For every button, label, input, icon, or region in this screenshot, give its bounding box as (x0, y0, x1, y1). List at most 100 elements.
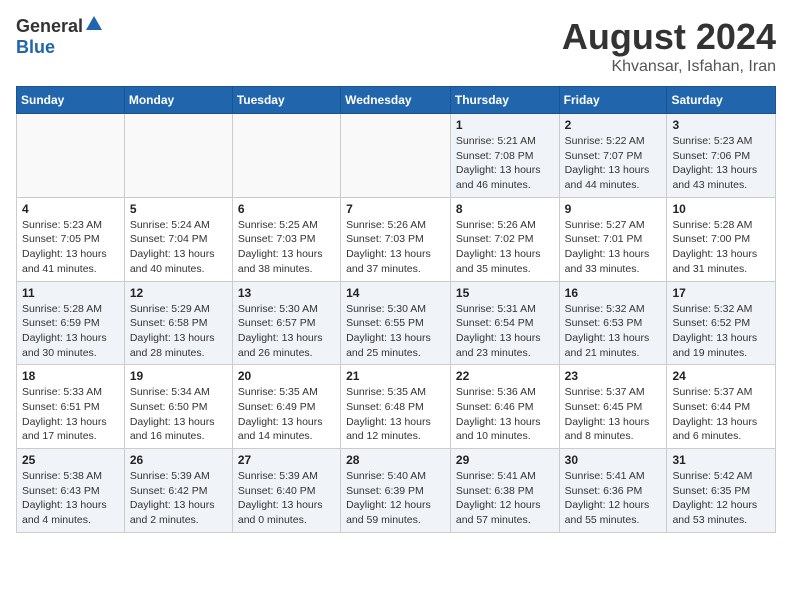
sunrise-info: Sunrise: 5:28 AM (22, 303, 102, 315)
table-row: 15 Sunrise: 5:31 AM Sunset: 6:54 PM Dayl… (450, 281, 559, 365)
sunset-info: Sunset: 7:07 PM (565, 150, 643, 162)
daylight-info: Daylight: 13 hours and 14 minutes. (238, 416, 323, 443)
sunrise-info: Sunrise: 5:33 AM (22, 386, 102, 398)
logo-blue: Blue (16, 37, 55, 58)
sunrise-info: Sunrise: 5:25 AM (238, 219, 318, 231)
calendar-week-row: 25 Sunrise: 5:38 AM Sunset: 6:43 PM Dayl… (17, 449, 776, 533)
table-row: 27 Sunrise: 5:39 AM Sunset: 6:40 PM Dayl… (232, 449, 340, 533)
table-row: 4 Sunrise: 5:23 AM Sunset: 7:05 PM Dayli… (17, 197, 125, 281)
sunset-info: Sunset: 7:03 PM (238, 233, 316, 245)
day-number: 6 (238, 202, 335, 216)
daylight-info: Daylight: 13 hours and 21 minutes. (565, 332, 650, 359)
daylight-info: Daylight: 13 hours and 31 minutes. (672, 248, 757, 275)
table-row: 16 Sunrise: 5:32 AM Sunset: 6:53 PM Dayl… (559, 281, 667, 365)
month-year-title: August 2024 (562, 16, 776, 58)
day-number: 26 (130, 453, 227, 467)
daylight-info: Daylight: 13 hours and 40 minutes. (130, 248, 215, 275)
sunrise-info: Sunrise: 5:38 AM (22, 470, 102, 482)
table-row: 10 Sunrise: 5:28 AM Sunset: 7:00 PM Dayl… (667, 197, 776, 281)
daylight-info: Daylight: 13 hours and 26 minutes. (238, 332, 323, 359)
sunset-info: Sunset: 6:40 PM (238, 485, 316, 497)
table-row: 13 Sunrise: 5:30 AM Sunset: 6:57 PM Dayl… (232, 281, 340, 365)
sunset-info: Sunset: 6:57 PM (238, 317, 316, 329)
sunrise-info: Sunrise: 5:27 AM (565, 219, 645, 231)
sunset-info: Sunset: 6:38 PM (456, 485, 534, 497)
sunset-info: Sunset: 7:05 PM (22, 233, 100, 245)
logo-general: General (16, 16, 83, 37)
day-number: 4 (22, 202, 119, 216)
table-row: 30 Sunrise: 5:41 AM Sunset: 6:36 PM Dayl… (559, 449, 667, 533)
day-number: 3 (672, 118, 770, 132)
sunset-info: Sunset: 6:46 PM (456, 401, 534, 413)
daylight-info: Daylight: 13 hours and 17 minutes. (22, 416, 107, 443)
day-number: 11 (22, 286, 119, 300)
sunrise-info: Sunrise: 5:36 AM (456, 386, 536, 398)
day-number: 17 (672, 286, 770, 300)
table-row (124, 114, 232, 198)
daylight-info: Daylight: 13 hours and 44 minutes. (565, 164, 650, 191)
day-number: 24 (672, 369, 770, 383)
sunset-info: Sunset: 6:45 PM (565, 401, 643, 413)
sunset-info: Sunset: 6:42 PM (130, 485, 208, 497)
daylight-info: Daylight: 13 hours and 4 minutes. (22, 499, 107, 526)
sunset-info: Sunset: 6:48 PM (346, 401, 424, 413)
day-number: 18 (22, 369, 119, 383)
day-number: 7 (346, 202, 445, 216)
table-row: 11 Sunrise: 5:28 AM Sunset: 6:59 PM Dayl… (17, 281, 125, 365)
header: General Blue August 2024 Khvansar, Isfah… (16, 16, 776, 76)
calendar-week-row: 11 Sunrise: 5:28 AM Sunset: 6:59 PM Dayl… (17, 281, 776, 365)
day-number: 31 (672, 453, 770, 467)
daylight-info: Daylight: 13 hours and 0 minutes. (238, 499, 323, 526)
col-thursday: Thursday (450, 87, 559, 114)
sunset-info: Sunset: 6:43 PM (22, 485, 100, 497)
sunset-info: Sunset: 6:59 PM (22, 317, 100, 329)
day-number: 15 (456, 286, 554, 300)
sunset-info: Sunset: 7:04 PM (130, 233, 208, 245)
sunset-info: Sunset: 6:35 PM (672, 485, 750, 497)
daylight-info: Daylight: 13 hours and 30 minutes. (22, 332, 107, 359)
day-number: 12 (130, 286, 227, 300)
table-row: 7 Sunrise: 5:26 AM Sunset: 7:03 PM Dayli… (341, 197, 451, 281)
day-number: 19 (130, 369, 227, 383)
day-number: 5 (130, 202, 227, 216)
day-number: 21 (346, 369, 445, 383)
sunrise-info: Sunrise: 5:24 AM (130, 219, 210, 231)
col-tuesday: Tuesday (232, 87, 340, 114)
sunrise-info: Sunrise: 5:37 AM (565, 386, 645, 398)
table-row: 20 Sunrise: 5:35 AM Sunset: 6:49 PM Dayl… (232, 365, 340, 449)
col-saturday: Saturday (667, 87, 776, 114)
table-row: 14 Sunrise: 5:30 AM Sunset: 6:55 PM Dayl… (341, 281, 451, 365)
daylight-info: Daylight: 13 hours and 6 minutes. (672, 416, 757, 443)
logo: General Blue (16, 16, 102, 58)
daylight-info: Daylight: 13 hours and 28 minutes. (130, 332, 215, 359)
day-number: 14 (346, 286, 445, 300)
sunrise-info: Sunrise: 5:23 AM (22, 219, 102, 231)
col-sunday: Sunday (17, 87, 125, 114)
sunrise-info: Sunrise: 5:37 AM (672, 386, 752, 398)
sunset-info: Sunset: 6:49 PM (238, 401, 316, 413)
sunrise-info: Sunrise: 5:39 AM (130, 470, 210, 482)
day-number: 8 (456, 202, 554, 216)
table-row: 21 Sunrise: 5:35 AM Sunset: 6:48 PM Dayl… (341, 365, 451, 449)
sunrise-info: Sunrise: 5:26 AM (456, 219, 536, 231)
daylight-info: Daylight: 13 hours and 23 minutes. (456, 332, 541, 359)
daylight-info: Daylight: 13 hours and 37 minutes. (346, 248, 431, 275)
sunset-info: Sunset: 7:06 PM (672, 150, 750, 162)
daylight-info: Daylight: 12 hours and 53 minutes. (672, 499, 757, 526)
sunrise-info: Sunrise: 5:32 AM (565, 303, 645, 315)
table-row: 6 Sunrise: 5:25 AM Sunset: 7:03 PM Dayli… (232, 197, 340, 281)
sunset-info: Sunset: 7:00 PM (672, 233, 750, 245)
table-row: 26 Sunrise: 5:39 AM Sunset: 6:42 PM Dayl… (124, 449, 232, 533)
sunrise-info: Sunrise: 5:42 AM (672, 470, 752, 482)
sunrise-info: Sunrise: 5:30 AM (238, 303, 318, 315)
daylight-info: Daylight: 13 hours and 38 minutes. (238, 248, 323, 275)
title-section: August 2024 Khvansar, Isfahan, Iran (562, 16, 776, 76)
table-row: 23 Sunrise: 5:37 AM Sunset: 6:45 PM Dayl… (559, 365, 667, 449)
sunrise-info: Sunrise: 5:30 AM (346, 303, 426, 315)
table-row (17, 114, 125, 198)
day-number: 20 (238, 369, 335, 383)
day-number: 30 (565, 453, 662, 467)
sunset-info: Sunset: 6:44 PM (672, 401, 750, 413)
day-number: 1 (456, 118, 554, 132)
daylight-info: Daylight: 13 hours and 41 minutes. (22, 248, 107, 275)
